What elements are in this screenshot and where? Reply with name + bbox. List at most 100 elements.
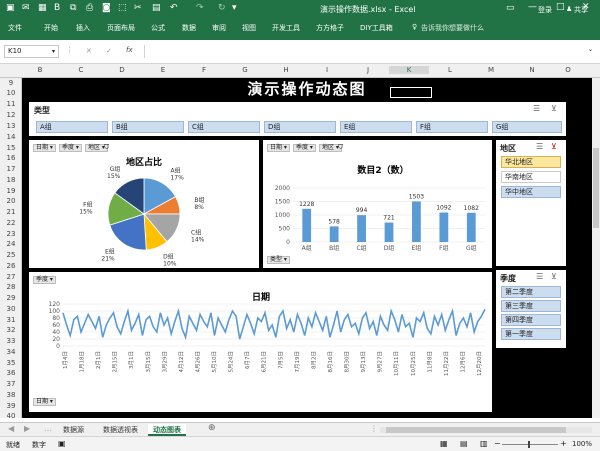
tab-file[interactable]: 文件: [8, 23, 22, 33]
row-header[interactable]: 15: [0, 144, 22, 152]
column-header[interactable]: D: [102, 66, 142, 74]
tab-page-layout[interactable]: 页面布局: [107, 23, 135, 33]
prev-sheet-icon[interactable]: ◀: [8, 424, 14, 433]
sheet-tab[interactable]: 数据透视表: [98, 424, 143, 436]
row-header[interactable]: 10: [0, 89, 22, 97]
slicer-item-q3[interactable]: 第三季度: [501, 300, 561, 312]
zoom-slider-thumb[interactable]: [528, 441, 530, 448]
row-header[interactable]: 25: [0, 251, 22, 259]
row-header[interactable]: 24: [0, 240, 22, 248]
selected-cell[interactable]: [390, 87, 432, 98]
paste-icon[interactable]: ▤: [152, 3, 161, 13]
scrollbar-thumb[interactable]: [386, 427, 566, 433]
field-button-type[interactable]: 类型 ▾: [267, 256, 290, 264]
macro-icon[interactable]: ▣: [58, 439, 66, 448]
column-header[interactable]: N: [512, 66, 552, 74]
tab-data[interactable]: 数据: [182, 23, 196, 33]
tab-formulas[interactable]: 公式: [151, 23, 165, 33]
lightbulb-icon[interactable]: ♀: [412, 23, 417, 31]
slicer-item-north[interactable]: 华北地区: [501, 156, 561, 168]
row-header[interactable]: 38: [0, 391, 22, 399]
slicer-item-c[interactable]: C组: [188, 121, 260, 133]
zoom-out-icon[interactable]: −: [494, 439, 501, 448]
column-header[interactable]: J: [348, 66, 388, 74]
tell-me-search[interactable]: 告诉我你想要做什么: [421, 23, 484, 33]
row-header[interactable]: 37: [0, 380, 22, 388]
formula-input[interactable]: [144, 45, 590, 58]
slicer-item-q2[interactable]: 第二季度: [501, 286, 561, 298]
row-header[interactable]: 21: [0, 208, 22, 216]
row-header[interactable]: 34: [0, 348, 22, 356]
more-sheets-icon[interactable]: …: [44, 424, 52, 433]
slicer-item-d[interactable]: D组: [264, 121, 336, 133]
user-icon[interactable]: ♟: [566, 5, 572, 13]
column-header[interactable]: B: [20, 66, 60, 74]
row-header[interactable]: 12: [0, 111, 22, 119]
column-header[interactable]: H: [266, 66, 306, 74]
slicer-item-b[interactable]: B组: [112, 121, 184, 133]
undo-icon[interactable]: ↶: [170, 3, 178, 13]
row-header[interactable]: 32: [0, 326, 22, 334]
column-header[interactable]: E: [143, 66, 183, 74]
field-button-date[interactable]: 日期 ▾: [33, 144, 56, 152]
next-sheet-icon[interactable]: ▶: [24, 424, 30, 433]
row-header[interactable]: 16: [0, 154, 22, 162]
column-header[interactable]: L: [430, 66, 470, 74]
sheet-tab[interactable]: 数据源: [58, 424, 89, 436]
field-button-quarter[interactable]: 季度 ▾: [293, 144, 316, 152]
column-header[interactable]: F: [184, 66, 224, 74]
zoom-slider[interactable]: [502, 444, 558, 445]
select-icon[interactable]: ⬚: [118, 3, 127, 13]
column-header[interactable]: C: [61, 66, 101, 74]
slicer-item-e[interactable]: E组: [340, 121, 412, 133]
row-header[interactable]: 40: [0, 412, 22, 420]
row-header[interactable]: 27: [0, 273, 22, 281]
multi-select-icon[interactable]: ☰: [533, 104, 540, 113]
row-header[interactable]: 14: [0, 133, 22, 141]
camera-icon[interactable]: ◙: [102, 3, 111, 13]
tab-developer[interactable]: 开发工具: [272, 23, 300, 33]
vertical-scrollbar[interactable]: [592, 78, 600, 418]
scrollbar-thumb[interactable]: [593, 148, 599, 228]
copy-icon[interactable]: ⧉: [70, 3, 76, 13]
tab-insert[interactable]: 插入: [76, 23, 90, 33]
sheet-tab-active[interactable]: 动态图表: [148, 424, 186, 436]
share-button[interactable]: 共享: [574, 5, 588, 15]
tab-home[interactable]: 开始: [44, 23, 58, 33]
filter-icon[interactable]: ⛉: [338, 143, 343, 152]
refresh-icon[interactable]: ↻: [218, 3, 226, 13]
slicer-item-south[interactable]: 华南地区: [501, 171, 561, 183]
row-header[interactable]: 29: [0, 294, 22, 302]
tab-ffcell[interactable]: 方方格子: [316, 23, 344, 33]
column-header[interactable]: G: [225, 66, 265, 74]
row-header[interactable]: 23: [0, 230, 22, 238]
row-header[interactable]: 30: [0, 305, 22, 313]
normal-view-icon[interactable]: ▦: [440, 439, 448, 448]
name-box-dropdown-icon[interactable]: ▾: [52, 48, 55, 55]
row-header[interactable]: 11: [0, 100, 22, 108]
slicer-item-q1[interactable]: 第一季度: [501, 328, 561, 340]
redo-icon[interactable]: ↷: [196, 3, 204, 13]
row-header[interactable]: 31: [0, 316, 22, 324]
tab-diy-toolbox[interactable]: DIY工具箱: [360, 23, 393, 33]
clear-filter-icon[interactable]: ⊻: [551, 104, 557, 113]
row-header[interactable]: 19: [0, 187, 22, 195]
slicer-item-central[interactable]: 华中地区: [501, 186, 561, 198]
row-header[interactable]: 26: [0, 262, 22, 270]
print-icon[interactable]: ⎙: [86, 3, 93, 13]
tab-view[interactable]: 视图: [242, 23, 256, 33]
row-header[interactable]: 9: [0, 79, 22, 87]
tab-review[interactable]: 审阅: [212, 23, 226, 33]
column-header[interactable]: M: [471, 66, 511, 74]
column-header[interactable]: I: [307, 66, 347, 74]
ribbon-options-icon[interactable]: ▭: [506, 3, 515, 13]
clear-filter-icon[interactable]: ⊻: [551, 142, 557, 151]
email-icon[interactable]: ✉: [22, 3, 30, 13]
zoom-in-icon[interactable]: +: [560, 439, 567, 448]
field-button-quarter[interactable]: 季度 ▾: [59, 144, 82, 152]
expand-formula-icon[interactable]: ⌄: [588, 46, 593, 53]
slicer-item-f[interactable]: F组: [416, 121, 488, 133]
column-header[interactable]: O: [553, 66, 583, 74]
field-button-date[interactable]: 日期 ▾: [267, 144, 290, 152]
row-header[interactable]: 36: [0, 369, 22, 377]
